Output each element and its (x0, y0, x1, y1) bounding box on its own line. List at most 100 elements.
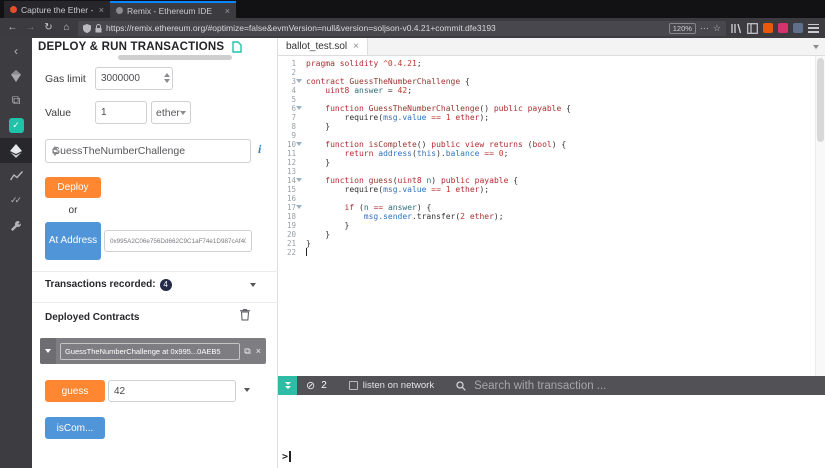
copy-address-icon[interactable]: ⧉ (244, 346, 250, 357)
ethereum-icon (10, 144, 22, 158)
solidity-compiler-icon[interactable]: ✓ (0, 113, 32, 138)
code-line[interactable]: 5 (278, 95, 815, 104)
back-icon[interactable]: ← (6, 18, 19, 38)
code-line[interactable]: 22 (278, 248, 815, 257)
iscomplete-button[interactable]: isCom... (45, 417, 105, 439)
hidden-transactions-icon[interactable]: ⊘ (306, 379, 315, 392)
shield-icon[interactable] (83, 24, 91, 33)
editor-tabs-menu-icon[interactable] (807, 38, 825, 55)
tab-close-icon[interactable]: × (99, 5, 104, 15)
tab-close-icon[interactable]: × (225, 6, 230, 16)
code-line[interactable]: 3contract GuessTheNumberChallenge { (278, 77, 815, 86)
editor-tab-title: ballot_test.sol (286, 41, 347, 52)
terminal-search-input[interactable] (474, 380, 674, 392)
code-line[interactable]: 21} (278, 239, 815, 248)
editor-tab-close-icon[interactable]: × (353, 41, 359, 52)
tab-title: Remix - Ethereum IDE (127, 6, 221, 16)
line-number: 20 (278, 230, 298, 239)
code-line[interactable]: 13 (278, 167, 815, 176)
line-number: 3 (278, 77, 298, 86)
guess-expand-icon[interactable] (244, 388, 250, 392)
extension-icon-gray[interactable] (793, 23, 803, 33)
record-doc-icon[interactable] (232, 41, 242, 53)
editor-scrollbar[interactable] (815, 56, 825, 376)
fold-icon[interactable] (296, 205, 302, 209)
zoom-badge[interactable]: 120% (669, 23, 696, 34)
editor-tab-bar: ballot_test.sol × (278, 38, 825, 56)
page-actions-icon[interactable]: ⋯ (700, 23, 709, 34)
code-line[interactable]: 15 require(msg.value == 1 ether); (278, 185, 815, 194)
url-text[interactable]: https://remix.ethereum.org/#optimize=fal… (106, 23, 665, 33)
contract-info-icon[interactable]: i (258, 142, 261, 157)
code-line[interactable]: 19 } (278, 221, 815, 230)
card-expand-icon[interactable] (40, 338, 56, 364)
lock-icon[interactable] (95, 24, 102, 33)
contract-select[interactable]: GuessTheNumberChallenge (45, 139, 251, 163)
url-bar[interactable]: https://remix.ethereum.org/#optimize=fal… (78, 21, 726, 36)
code-line[interactable]: 11 return address(this).balance == 0; (278, 149, 815, 158)
terminal-output[interactable]: > (278, 395, 825, 468)
deploy-button[interactable]: Deploy (45, 177, 101, 198)
unit-testing-icon[interactable]: ✓✓ (0, 188, 32, 213)
code-area[interactable]: 1pragma solidity ^0.4.21;23contract Gues… (278, 56, 815, 376)
terminal-collapse-button[interactable] (278, 376, 297, 395)
fold-icon[interactable] (296, 142, 302, 146)
code-line[interactable]: 10 function isComplete() public view ret… (278, 140, 815, 149)
deployed-contract-card-header[interactable]: GuessTheNumberChallenge at 0x995...0AEB5… (40, 338, 266, 364)
library-icon[interactable] (731, 23, 742, 34)
value-input[interactable] (95, 101, 147, 124)
code-line[interactable]: 1pragma solidity ^0.4.21; (278, 59, 815, 68)
browser-nav-bar: ← → ↻ ⌂ https://remix.ethereum.org/#opti… (0, 18, 825, 38)
reload-icon[interactable]: ↻ (42, 18, 55, 38)
code-line[interactable]: 17 if (n == answer) { (278, 203, 815, 212)
code-line[interactable]: 18 msg.sender.transfer(2 ether); (278, 212, 815, 221)
transactions-count-badge: 4 (160, 279, 172, 291)
code-line[interactable]: 9 (278, 131, 815, 140)
gas-limit-input[interactable] (95, 67, 173, 90)
code-line[interactable]: 7 require(msg.value == 1 ether); (278, 113, 815, 122)
code-line[interactable]: 6 function GuessTheNumberChallenge() pub… (278, 104, 815, 113)
extension-icon-orange[interactable] (763, 23, 773, 33)
at-address-input[interactable] (104, 230, 252, 252)
home-icon[interactable]: ⌂ (60, 18, 73, 38)
analytics-icon[interactable] (0, 163, 32, 188)
code-line[interactable]: 20 } (278, 230, 815, 239)
line-number: 22 (278, 248, 298, 257)
bookmark-star-icon[interactable]: ☆ (713, 23, 721, 34)
guess-button[interactable]: guess (45, 380, 105, 402)
extension-icon-red[interactable] (778, 23, 788, 33)
sidebars-icon[interactable] (747, 23, 758, 34)
deploy-run-icon[interactable] (0, 138, 32, 163)
deploy-run-panel: DEPLOY & RUN TRANSACTIONS Gas limit Valu… (32, 38, 278, 468)
forward-icon[interactable]: → (24, 18, 37, 38)
listen-on-network-checkbox[interactable] (349, 381, 358, 390)
collapse-panel-icon[interactable]: ‹ (0, 38, 32, 63)
browser-tab-capture-the-ether[interactable]: Capture the Ether - Gu... × (4, 1, 110, 18)
line-number: 4 (278, 86, 298, 95)
fold-icon[interactable] (296, 79, 302, 83)
transactions-collapse-icon[interactable] (250, 283, 256, 287)
editor-scrollbar-thumb[interactable] (817, 58, 824, 142)
guess-arg-input[interactable] (108, 380, 236, 402)
scrollbar-thumb[interactable] (118, 55, 232, 60)
compiler-check-icon: ✓ (9, 118, 24, 133)
debugger-wrench-icon[interactable] (0, 213, 32, 238)
editor-tab-ballot-test[interactable]: ballot_test.sol × (278, 38, 368, 55)
code-line[interactable]: 4 uint8 answer = 42; (278, 86, 815, 95)
code-line[interactable]: 2 (278, 68, 815, 77)
code-line[interactable]: 12 } (278, 158, 815, 167)
code-line[interactable]: 14 function guess(uint8 n) public payabl… (278, 176, 815, 185)
gas-limit-stepper[interactable] (164, 73, 170, 83)
terminal: ⊘ 2 listen on network > (278, 376, 825, 468)
code-line[interactable]: 16 (278, 194, 815, 203)
fold-icon[interactable] (296, 106, 302, 110)
value-unit-select[interactable]: ether (151, 101, 191, 124)
menu-icon[interactable] (808, 24, 819, 33)
code-line[interactable]: 8 } (278, 122, 815, 131)
remove-contract-icon[interactable]: × (256, 346, 261, 356)
trash-icon[interactable] (240, 309, 250, 321)
browser-tab-remix[interactable]: Remix - Ethereum IDE × (110, 1, 236, 18)
at-address-button[interactable]: At Address (45, 222, 101, 260)
fold-icon[interactable] (296, 178, 302, 182)
file-explorer-icon[interactable]: ⧉ (0, 88, 32, 113)
